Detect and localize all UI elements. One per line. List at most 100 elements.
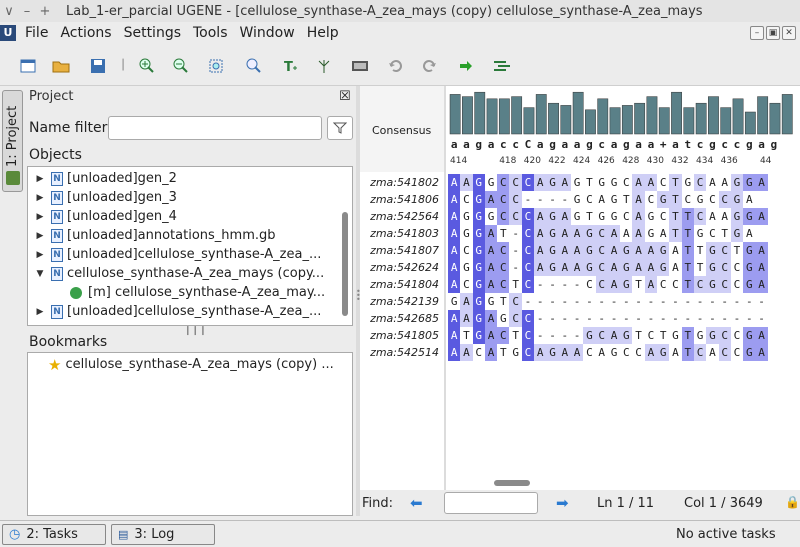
mdi-restore-icon[interactable]: ▣ — [766, 26, 780, 40]
nucleotide-cell[interactable]: - — [534, 191, 546, 208]
nucleotide-cell[interactable]: A — [484, 327, 498, 344]
nucleotide-cell[interactable]: C — [706, 225, 718, 242]
insert-text-icon[interactable]: T — [280, 56, 300, 76]
nucleotide-cell[interactable]: - — [632, 293, 644, 310]
tree-icon[interactable] — [314, 56, 334, 76]
zoom-fit-icon[interactable] — [206, 56, 226, 76]
nucleotide-cell[interactable]: G — [657, 259, 670, 276]
nucleotide-cell[interactable]: A — [755, 208, 768, 225]
nucleotide-cell[interactable]: G — [472, 293, 485, 310]
minimize-icon[interactable]: – — [18, 4, 36, 19]
nucleotide-cell[interactable]: G — [546, 174, 559, 191]
tree-item[interactable]: ▶ N [unloaded]gen_2 — [34, 169, 177, 188]
nucleotide-cell[interactable]: G — [571, 174, 583, 191]
menu-file[interactable]: File — [19, 25, 54, 41]
nucleotide-cell[interactable]: C — [509, 191, 522, 208]
nucleotide-cell[interactable]: G — [583, 327, 596, 344]
nucleotide-cell[interactable]: A — [644, 242, 658, 259]
nucleotide-cell[interactable]: C — [497, 276, 510, 293]
sequence-name[interactable]: zma:541807 — [360, 244, 445, 257]
nucleotide-cell[interactable]: T — [681, 242, 694, 259]
nucleotide-cell[interactable]: C — [731, 259, 743, 276]
nucleotide-cell[interactable]: G — [620, 259, 633, 276]
nucleotide-cell[interactable]: A — [484, 310, 498, 327]
nucleotide-cell[interactable]: A — [460, 174, 473, 191]
nucleotide-cell[interactable]: T — [681, 225, 694, 242]
nucleotide-cell[interactable]: A — [669, 259, 681, 276]
nucleotide-cell[interactable]: T — [694, 242, 706, 259]
nucleotide-cell[interactable]: A — [448, 174, 461, 191]
nucleotide-cell[interactable]: G — [645, 208, 657, 225]
nucleotide-cell[interactable]: T — [681, 276, 694, 293]
nucleotide-cell[interactable]: C — [583, 276, 595, 293]
nucleotide-cell[interactable]: C — [620, 208, 632, 225]
nucleotide-cell[interactable]: A — [632, 242, 645, 259]
nucleotide-cell[interactable]: G — [620, 242, 633, 259]
nucleotide-cell[interactable]: A — [558, 259, 571, 276]
menu-settings[interactable]: Settings — [118, 25, 187, 41]
nucleotide-cell[interactable]: C — [693, 276, 707, 293]
next-arrow-icon[interactable] — [456, 56, 476, 76]
nucleotide-cell[interactable]: C — [521, 276, 535, 293]
nucleotide-cell[interactable]: G — [583, 242, 596, 259]
nucleotide-cell[interactable]: A — [570, 242, 584, 259]
nucleotide-cell[interactable]: - — [571, 310, 583, 327]
nucleotide-cell[interactable]: C — [521, 242, 535, 259]
nucleotide-cell[interactable]: G — [472, 259, 485, 276]
nucleotide-cell[interactable]: C — [693, 208, 707, 225]
nucleotide-cell[interactable]: G — [472, 225, 485, 242]
nucleotide-cell[interactable]: T — [681, 208, 694, 225]
nucleotide-cell[interactable]: T — [497, 293, 509, 310]
nucleotide-cell[interactable]: G — [472, 208, 485, 225]
nucleotide-cell[interactable]: C — [731, 276, 743, 293]
nucleotide-cell[interactable]: A — [743, 225, 755, 242]
find-next-icon[interactable]: ➡ — [556, 494, 569, 512]
nucleotide-cell[interactable]: A — [484, 191, 498, 208]
nucleotide-cell[interactable]: A — [719, 208, 731, 225]
menu-window[interactable]: Window — [234, 25, 301, 41]
nucleotide-cell[interactable]: - — [719, 293, 731, 310]
nucleotide-cell[interactable]: - — [731, 310, 743, 327]
nucleotide-cell[interactable]: A — [570, 225, 584, 242]
nucleotide-cell[interactable]: G — [743, 344, 756, 361]
nucleotide-cell[interactable]: T — [694, 259, 706, 276]
nucleotide-cell[interactable]: T — [669, 191, 682, 208]
sequence-row[interactable]: zma:541805 A T G A C T C - - - - G C A G T C T G T G G C C G A — [360, 327, 768, 344]
nucleotide-cell[interactable]: - — [669, 310, 681, 327]
nucleotide-cell[interactable]: G — [460, 225, 472, 242]
nucleotide-cell[interactable]: A — [596, 191, 608, 208]
nucleotide-cell[interactable]: C — [682, 191, 694, 208]
nucleotide-cell[interactable]: A — [755, 259, 768, 276]
nucleotide-cell[interactable]: C — [497, 259, 510, 276]
collapsed-arrow-icon[interactable]: ▶ — [34, 250, 46, 260]
collapsed-arrow-icon[interactable]: ▶ — [34, 174, 46, 184]
nucleotide-cell[interactable]: - — [534, 276, 546, 293]
nucleotide-cell[interactable]: C — [645, 191, 657, 208]
nucleotide-cell[interactable]: G — [583, 259, 596, 276]
nucleotide-cell[interactable]: A — [632, 174, 645, 191]
nucleotide-cell[interactable]: A — [607, 276, 621, 293]
sequence-name[interactable]: zma:542685 — [360, 312, 445, 325]
nucleotide-cell[interactable]: C — [460, 191, 472, 208]
nucleotide-cell[interactable]: - — [583, 310, 595, 327]
nucleotide-cell[interactable]: A — [484, 344, 498, 361]
sequence-name[interactable]: zma:542564 — [360, 210, 445, 223]
nucleotide-cell[interactable]: A — [596, 344, 608, 361]
nucleotide-cell[interactable]: - — [559, 293, 571, 310]
nucleotide-cell[interactable]: G — [694, 191, 706, 208]
nucleotide-cell[interactable]: C — [521, 208, 535, 225]
nucleotide-cell[interactable]: T — [632, 276, 644, 293]
find-input[interactable] — [444, 492, 538, 514]
nucleotide-cell[interactable]: G — [669, 327, 681, 344]
nucleotide-cell[interactable]: C — [718, 259, 731, 276]
nucleotide-cell[interactable]: - — [534, 327, 546, 344]
nucleotide-cell[interactable]: A — [669, 242, 681, 259]
window-menu-icon[interactable]: ∨ — [0, 4, 18, 19]
nucleotide-cell[interactable]: C — [521, 327, 535, 344]
nucleotide-cell[interactable]: C — [497, 174, 510, 191]
close-panel-icon[interactable]: ☒ — [339, 89, 351, 104]
nucleotide-cell[interactable]: G — [608, 208, 620, 225]
nucleotide-cell[interactable]: A — [607, 259, 621, 276]
nucleotide-cell[interactable]: T — [497, 344, 509, 361]
nucleotide-cell[interactable]: A — [644, 276, 658, 293]
